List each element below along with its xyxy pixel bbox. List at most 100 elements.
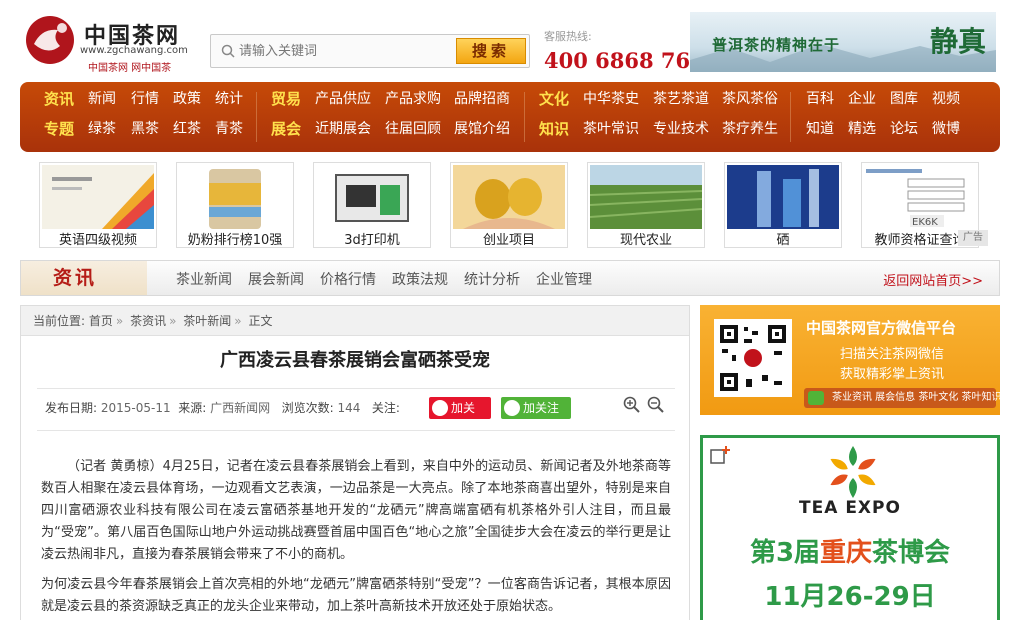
nav-dark-tea[interactable]: 黑茶 [131, 118, 159, 138]
view-count: 144 [337, 401, 361, 415]
zoom-in-icon[interactable] [623, 396, 641, 414]
article-paragraph: （记者 黄勇椋）4月25日，记者在凌云县春茶展销会上看到，来自中外的运动员、新闻… [41, 459, 671, 562]
breadcrumb-tea-news[interactable]: 茶资讯 [130, 314, 166, 328]
ad-teacher-form-image: EK6K [864, 165, 976, 229]
ad-tile[interactable]: 3d打印机 [313, 162, 431, 248]
nav-green-tea[interactable]: 绿茶 [88, 118, 116, 138]
expo-logo-icon [830, 446, 876, 498]
expo-name: TEA EXPO [799, 498, 901, 518]
ad-tile[interactable]: 创业项目 [450, 162, 568, 248]
nav-venue[interactable]: 展馆介绍 [454, 118, 510, 138]
search-icon [221, 44, 235, 58]
ad-english-image [42, 165, 154, 229]
search-input[interactable] [239, 39, 459, 63]
nav-weibo[interactable]: 微博 [932, 118, 960, 138]
ad-strip: 英语四级视频 奶粉排行榜10强 3d打印机 创业项目 现代农业 硒 EK6K 教… [20, 162, 1000, 252]
weibo-follow-label: 加关注 [451, 401, 476, 437]
nav-policy[interactable]: 政策 [173, 88, 201, 108]
article-title: 广西凌云县春茶展销会富硒茶受宠 [220, 350, 490, 371]
article-meta: 发布日期: 2015-05-11 来源: 广西新闻网 浏览次数: 144 关注: [45, 399, 400, 416]
banner-big-text: 静真 [929, 25, 986, 58]
wechat-promo[interactable]: 中国茶网官方微信平台 扫描关注茶网微信 获取精彩掌上资讯 茶业资讯 展会信息 茶… [700, 305, 1002, 415]
nav-tea-history[interactable]: 中华茶史 [583, 88, 639, 108]
nav-tech[interactable]: 专业技术 [653, 118, 709, 138]
article-body: （记者 黄勇椋）4月25日，记者在凌云县春茶展销会上看到，来自中外的运动员、新闻… [41, 456, 671, 620]
ad-tile[interactable]: 现代农业 [587, 162, 705, 248]
nav-row-1: 资讯 新闻 行情 政策 统计 贸易 产品供应 产品求购 品牌招商 文化 中华茶史… [20, 88, 1000, 118]
nav-past-expo[interactable]: 往届回顾 [385, 118, 441, 138]
nav-stats[interactable]: 统计 [215, 88, 243, 108]
channel-link-price[interactable]: 价格行情 [320, 269, 376, 289]
back-home-link[interactable]: 返回网站首页>> [883, 270, 983, 289]
expo-headline-post: 茶博会 [872, 538, 951, 568]
nav-special-channel[interactable]: 专题 [44, 118, 74, 139]
nav-forum[interactable]: 论坛 [890, 118, 918, 138]
nav-news-channel[interactable]: 资讯 [44, 88, 74, 109]
breadcrumb-home[interactable]: 首页 [89, 314, 113, 328]
ad-tile[interactable]: 硒 [724, 162, 842, 248]
banner-slogan: 普洱茶的精神在于 [712, 36, 841, 54]
ad-tile[interactable]: 奶粉排行榜10强 [176, 162, 294, 248]
ad-caption: 英语四级视频 [58, 233, 137, 248]
breadcrumb-tea-leaf-news[interactable]: 茶叶新闻 [183, 314, 231, 328]
wechat-title: 中国茶网官方微信平台 [806, 319, 957, 337]
channel-link-expo-news[interactable]: 展会新闻 [248, 269, 304, 289]
zoom-out-icon[interactable] [647, 396, 665, 414]
nav-encyclopedia[interactable]: 百科 [806, 88, 834, 108]
nav-tea-basics[interactable]: 茶叶常识 [583, 118, 639, 138]
article-paragraph: 为何凌云县今年春茶展销会上首次亮相的外地“龙硒元”牌富硒茶特别“受宠”？一位客商… [41, 577, 671, 614]
nav-knowledge-channel[interactable]: 知识 [539, 118, 569, 139]
nav-customs[interactable]: 茶风茶俗 [722, 88, 778, 108]
article-panel: 当前位置: 首页» 茶资讯» 茶叶新闻» 正文 广西凌云县春茶展销会富硒茶受宠 … [20, 305, 690, 620]
ad-caption: 3d打印机 [344, 233, 400, 248]
nav-market[interactable]: 行情 [131, 88, 159, 108]
nav-trade-channel[interactable]: 贸易 [271, 88, 301, 109]
tea-seal-icon [26, 16, 74, 64]
nav-featured[interactable]: 精选 [848, 118, 876, 138]
nav-enterprise[interactable]: 企业 [848, 88, 876, 108]
expo-headline-pre: 第3届 [749, 538, 821, 568]
date-label: 发布日期: [45, 401, 98, 415]
qr-code-icon [714, 319, 792, 397]
nav-video[interactable]: 视频 [932, 88, 960, 108]
follow-label: 关注: [371, 401, 400, 415]
wechat-icon [504, 400, 520, 416]
wechat-follow-button[interactable]: 加关注 [501, 397, 571, 419]
nav-black-tea[interactable]: 红茶 [173, 118, 201, 138]
header-banner-ad[interactable]: 普洱茶的精神在于 静真 [690, 12, 996, 72]
article-source: 广西新闻网 [210, 401, 271, 415]
nav-culture-channel[interactable]: 文化 [539, 88, 569, 109]
site-header: 中国茶网 www.zgchawang.com 中国茶网 网中国茶 搜索 客服热线… [0, 0, 1024, 82]
search-button[interactable]: 搜索 [456, 38, 526, 64]
logo-subtitle: 中国茶网 网中国茶 [88, 63, 172, 74]
nav-supply[interactable]: 产品供应 [315, 88, 371, 108]
ad-selenium-image [727, 165, 839, 229]
nav-upcoming-expo[interactable]: 近期展会 [315, 118, 371, 138]
ad-caption: 现代农业 [619, 233, 672, 248]
nav-qa[interactable]: 知道 [806, 118, 834, 138]
hotline-number: 400 6868 768 [544, 48, 705, 73]
channel-link-industry-news[interactable]: 茶业新闻 [176, 269, 232, 289]
nav-brand[interactable]: 品牌招商 [454, 88, 510, 108]
tea-expo-ad[interactable]: TEA EXPO 第3届重庆茶博会 11月26-29日 [700, 435, 1000, 620]
channel-link-policy[interactable]: 政策法规 [392, 269, 448, 289]
nav-news[interactable]: 新闻 [88, 88, 116, 108]
nav-oolong[interactable]: 青茶 [215, 118, 243, 138]
channel-link-management[interactable]: 企业管理 [536, 269, 592, 289]
weibo-follow-button[interactable]: 加关注 [429, 397, 491, 437]
channel-link-stats[interactable]: 统计分析 [464, 269, 520, 289]
ad-tile[interactable]: 英语四级视频 [39, 162, 157, 248]
ad-caption: 硒 [776, 233, 790, 248]
channel-bar: 资讯 茶业新闻 展会新闻 价格行情 政策法规 统计分析 企业管理 返回网站首页>… [20, 260, 1000, 296]
site-logo[interactable]: 中国茶网 www.zgchawang.com 中国茶网 网中国茶 [24, 12, 194, 74]
nav-tea-art[interactable]: 茶艺茶道 [653, 88, 709, 108]
nav-expo-channel[interactable]: 展会 [271, 118, 301, 139]
nav-health[interactable]: 茶疗养生 [722, 118, 778, 138]
main-nav: 资讯 新闻 行情 政策 统计 贸易 产品供应 产品求购 品牌招商 文化 中华茶史… [20, 82, 1000, 152]
nav-gallery[interactable]: 图库 [890, 88, 918, 108]
breadcrumb-prefix: 当前位置: [33, 314, 86, 328]
expand-icon[interactable] [709, 444, 731, 466]
nav-purchase[interactable]: 产品求购 [385, 88, 441, 108]
ad-caption: 奶粉排行榜10强 [187, 233, 283, 248]
ad-caption: 创业项目 [482, 233, 535, 248]
